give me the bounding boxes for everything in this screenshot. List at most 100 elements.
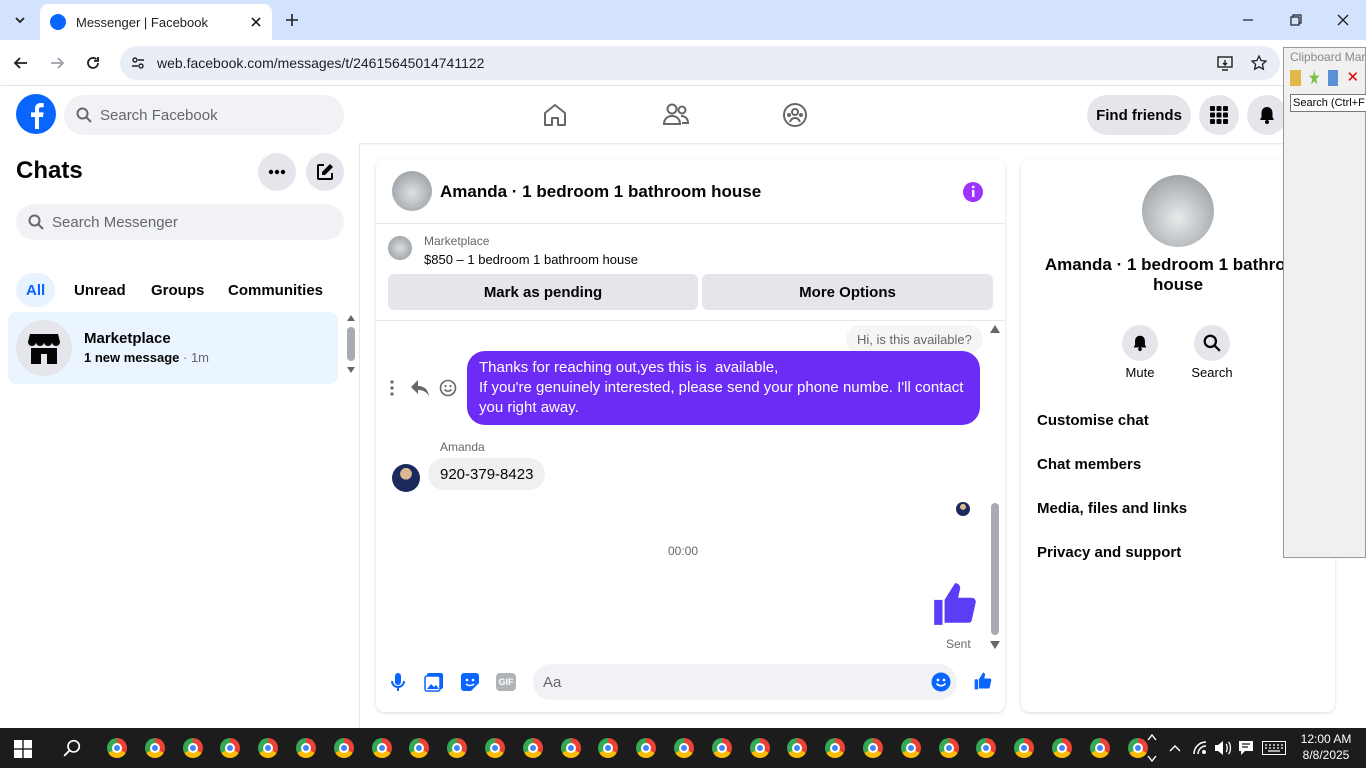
taskbar-chrome-icon[interactable]	[522, 738, 543, 758]
send-like-button[interactable]	[973, 671, 993, 691]
taskbar-chrome-icon[interactable]	[258, 738, 279, 758]
keyboard-button[interactable]	[1262, 741, 1286, 755]
taskbar-chrome-icon[interactable]	[863, 738, 883, 758]
taskbar-chrome-icon[interactable]	[144, 738, 165, 758]
paste-icon[interactable]	[1290, 70, 1301, 86]
scrollbar-thumb[interactable]	[991, 503, 999, 635]
conversation-info-button[interactable]	[962, 181, 984, 203]
react-button[interactable]	[439, 379, 457, 397]
taskbar-chrome-icon[interactable]	[711, 738, 732, 758]
details-avatar[interactable]	[1142, 175, 1214, 247]
taskbar-chrome-icon[interactable]	[787, 738, 808, 758]
nav-home[interactable]	[542, 102, 568, 128]
facebook-logo[interactable]	[16, 94, 56, 134]
minimize-button[interactable]	[1240, 12, 1256, 28]
taskbar-chrome-icon[interactable]	[485, 738, 505, 758]
taskbar-chrome-icon[interactable]	[447, 738, 468, 758]
network-button[interactable]	[1192, 740, 1208, 756]
menu-button[interactable]	[1199, 95, 1239, 135]
taskbar-chrome-icon[interactable]	[1052, 738, 1072, 758]
taskbar-chrome-icon[interactable]	[333, 738, 354, 758]
sender-avatar[interactable]	[392, 464, 420, 492]
start-button[interactable]	[14, 740, 32, 758]
conversation-scrollbar[interactable]	[990, 325, 1000, 649]
taskbar-chrome-icon[interactable]	[598, 738, 619, 758]
favorite-star-icon[interactable]	[1309, 70, 1320, 85]
reload-button[interactable]	[84, 54, 102, 72]
address-bar[interactable]: web.facebook.com/messages/t/246156450147…	[120, 46, 1280, 80]
gif-button[interactable]: GIF	[496, 673, 516, 691]
taskbar-chrome-icon[interactable]	[674, 738, 694, 758]
taskbar-chrome-icon[interactable]	[409, 738, 430, 758]
search-conversation-button[interactable]	[1194, 325, 1230, 361]
edit-icon[interactable]	[1327, 70, 1339, 86]
filter-communities[interactable]: Communities	[216, 273, 335, 307]
restore-button[interactable]	[1288, 12, 1304, 28]
taskbar-chrome-icon[interactable]	[825, 738, 846, 758]
section-customise-chat[interactable]: Customise chat	[1037, 405, 1319, 435]
sticker-button[interactable]	[460, 672, 480, 692]
action-center-button[interactable]	[1238, 740, 1254, 756]
more-options-button[interactable]: More Options	[702, 274, 993, 310]
volume-button[interactable]	[1214, 740, 1232, 756]
facebook-search-input[interactable]: Search Facebook	[64, 95, 344, 135]
taskbar-search-button[interactable]	[63, 739, 81, 757]
taskbar-chrome-icon[interactable]	[1127, 738, 1148, 758]
taskbar-chrome-icon[interactable]	[636, 738, 657, 758]
filter-unread[interactable]: Unread	[62, 273, 138, 307]
nav-groups[interactable]	[782, 102, 808, 128]
taskbar-chrome-icon[interactable]	[749, 738, 770, 758]
clipboard-search-input[interactable]: Search (Ctrl+F	[1290, 94, 1366, 112]
taskbar-chrome-icon[interactable]	[220, 738, 241, 758]
chat-list-item-marketplace[interactable]: Marketplace 1 new message · 1m	[8, 312, 338, 384]
taskbar-chrome-icon[interactable]	[560, 738, 581, 758]
delete-icon[interactable]: ✕	[1346, 70, 1359, 86]
filter-groups[interactable]: Groups	[139, 273, 216, 307]
mute-button[interactable]	[1122, 325, 1158, 361]
new-tab-button[interactable]	[282, 10, 302, 30]
taskbar-chrome-icon[interactable]	[1089, 738, 1110, 758]
notifications-button[interactable]	[1247, 95, 1287, 135]
taskbar-chrome-icon[interactable]	[1014, 738, 1035, 758]
system-clock[interactable]: 12:00 AM 8/8/2025	[1298, 731, 1354, 763]
nav-friends[interactable]	[662, 102, 690, 128]
conversation-title[interactable]: Amanda · 1 bedroom 1 bathroom house	[440, 182, 761, 202]
taskbar-chrome-icon[interactable]	[938, 738, 959, 758]
section-chat-members[interactable]: Chat members	[1037, 449, 1319, 479]
back-button[interactable]	[12, 54, 30, 72]
messenger-search-input[interactable]: Search Messenger	[16, 204, 344, 240]
chat-list-scrollbar[interactable]	[347, 315, 355, 379]
taskbar-chrome-icon[interactable]	[976, 738, 997, 758]
chat-options-button[interactable]	[258, 153, 296, 191]
section-media-files-links[interactable]: Media, files and links	[1037, 493, 1319, 523]
site-settings-icon[interactable]	[130, 55, 146, 71]
browser-tab[interactable]: Messenger | Facebook	[40, 4, 272, 40]
conversation-avatar[interactable]	[392, 171, 432, 211]
taskbar-chrome-icon[interactable]	[107, 738, 127, 758]
voice-clip-button[interactable]	[389, 672, 407, 692]
section-privacy-support[interactable]: Privacy and support	[1037, 537, 1319, 567]
message-input[interactable]: Aa	[533, 664, 957, 700]
close-window-button[interactable]	[1335, 12, 1351, 28]
new-message-button[interactable]	[306, 153, 344, 191]
mark-as-pending-button[interactable]: Mark as pending	[388, 274, 698, 310]
attach-media-button[interactable]	[424, 672, 444, 692]
taskbar-chrome-icon[interactable]	[182, 738, 203, 758]
close-icon[interactable]	[250, 16, 262, 28]
message-more-button[interactable]	[384, 379, 400, 397]
taskbar-chrome-icon[interactable]	[371, 738, 392, 758]
bookmark-star-icon[interactable]	[1250, 54, 1268, 72]
forward-button[interactable]	[48, 54, 66, 72]
emoji-icon[interactable]	[931, 672, 951, 692]
filter-all[interactable]: All	[16, 273, 56, 307]
tab-search-button[interactable]	[8, 8, 32, 32]
taskbar-scroll[interactable]	[1146, 730, 1158, 766]
find-friends-button[interactable]: Find friends	[1087, 95, 1191, 135]
install-app-icon[interactable]	[1216, 54, 1234, 72]
taskbar-chrome-icon[interactable]	[296, 738, 316, 758]
listing-detail[interactable]: $850 – 1 bedroom 1 bathroom house	[424, 252, 638, 267]
taskbar-chrome-icon[interactable]	[900, 738, 921, 758]
reply-button[interactable]	[410, 379, 430, 397]
scrollbar-thumb[interactable]	[347, 327, 355, 361]
show-hidden-icons-button[interactable]	[1168, 741, 1182, 755]
